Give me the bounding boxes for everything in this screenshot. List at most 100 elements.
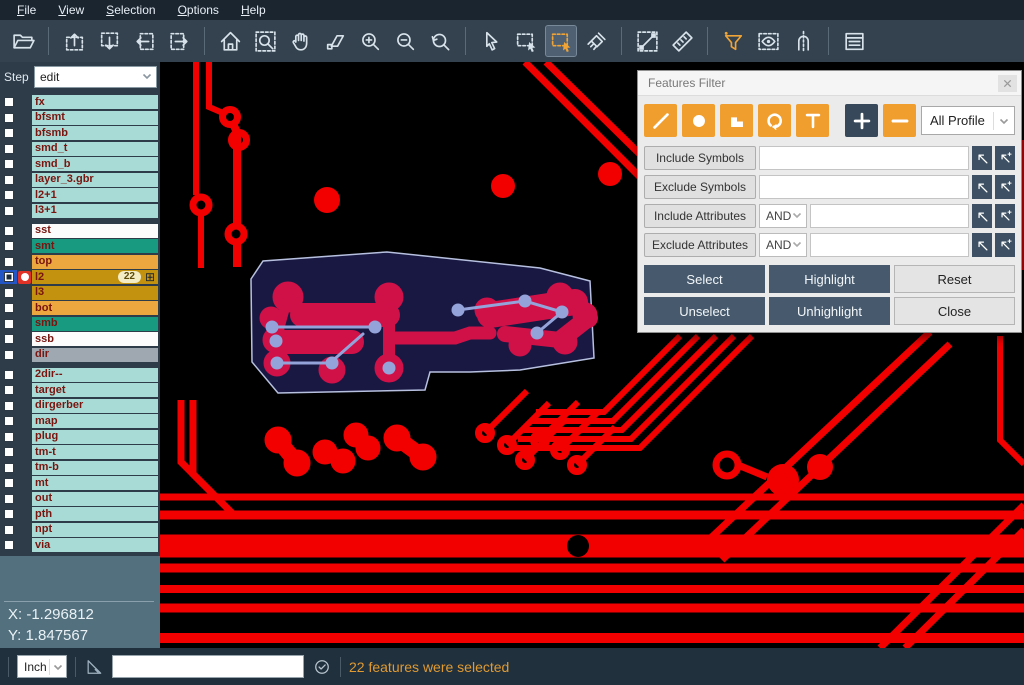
- layer-name[interactable]: dirgerber: [32, 399, 158, 413]
- layer-row-via[interactable]: via: [0, 538, 160, 552]
- layer-row-bfsmt[interactable]: bfsmt: [0, 111, 160, 125]
- layer-row-smt[interactable]: smt: [0, 239, 160, 253]
- layer-name[interactable]: ssb: [32, 332, 158, 346]
- layer-name[interactable]: layer_3.gbr: [32, 173, 158, 187]
- feature-type-pad-button[interactable]: [682, 104, 715, 137]
- pick-from-screen-button[interactable]: [972, 233, 992, 257]
- layer-row-smd_b[interactable]: smd_b: [0, 157, 160, 171]
- layer-visibility-checkbox[interactable]: [0, 157, 17, 171]
- layer-visibility-checkbox[interactable]: [0, 142, 17, 156]
- layer-visibility-checkbox[interactable]: [0, 286, 17, 300]
- profile-select[interactable]: All Profile: [921, 106, 1015, 135]
- layer-name[interactable]: bfsmt: [32, 111, 158, 125]
- close-button[interactable]: Close: [894, 297, 1015, 325]
- layer-visibility-checkbox[interactable]: [0, 95, 17, 109]
- unhighlight-button[interactable]: Unhighlight: [769, 297, 890, 325]
- layer-visibility-checkbox[interactable]: [0, 301, 17, 315]
- unselect-button[interactable]: Unselect: [644, 297, 765, 325]
- layer-row-target[interactable]: target: [0, 383, 160, 397]
- layer-visibility-checkbox[interactable]: [0, 523, 17, 537]
- layer-name[interactable]: plug: [32, 430, 158, 444]
- select-cursor-button[interactable]: [476, 26, 506, 56]
- zoom-polygon-button[interactable]: [320, 26, 350, 56]
- layer-visibility-checkbox[interactable]: [0, 224, 17, 238]
- layer-visibility-checkbox[interactable]: [0, 538, 17, 552]
- layer-row-sst[interactable]: sst: [0, 224, 160, 238]
- feature-type-surface-button[interactable]: [720, 104, 753, 137]
- exclude-attributes-input[interactable]: [810, 233, 969, 257]
- home-view-button[interactable]: [215, 26, 245, 56]
- layer-name[interactable]: mt: [32, 476, 158, 490]
- layer-name[interactable]: l3: [32, 286, 158, 300]
- layer-row-mt[interactable]: mt: [0, 476, 160, 490]
- layer-name[interactable]: l222⊞: [32, 270, 158, 284]
- layer-visibility-checkbox[interactable]: [0, 317, 17, 331]
- layer-row-tm-t[interactable]: tm-t: [0, 445, 160, 459]
- layer-name[interactable]: target: [32, 383, 158, 397]
- pick-add-from-screen-button[interactable]: [995, 233, 1015, 257]
- reset-button[interactable]: Reset: [894, 265, 1015, 293]
- layer-row-map[interactable]: map: [0, 414, 160, 428]
- layer-name[interactable]: bfsmb: [32, 126, 158, 140]
- open-file-button[interactable]: [8, 26, 38, 56]
- layer-name[interactable]: smb: [32, 317, 158, 331]
- layer-visibility-checkbox[interactable]: [0, 204, 17, 218]
- close-icon[interactable]: [998, 75, 1017, 92]
- layer-visibility-checkbox[interactable]: [0, 461, 17, 475]
- feature-type-arc-button[interactable]: [758, 104, 791, 137]
- layer-name[interactable]: sst: [32, 224, 158, 238]
- layer-visibility-checkbox[interactable]: [0, 492, 17, 506]
- exclude-symbols-input[interactable]: [759, 175, 969, 199]
- layer-row-layer_3.gbr[interactable]: layer_3.gbr: [0, 173, 160, 187]
- layer-visibility-checkbox[interactable]: [0, 348, 17, 362]
- layer-row-top[interactable]: top: [0, 255, 160, 269]
- menu-file[interactable]: File: [6, 0, 47, 20]
- layer-visibility-checkbox[interactable]: [0, 111, 17, 125]
- measure-points-button[interactable]: [632, 26, 662, 56]
- clear-brush-button[interactable]: [581, 26, 611, 56]
- polarity-negative-button[interactable]: [883, 104, 916, 137]
- pan-up-button[interactable]: [59, 26, 89, 56]
- include-attributes-input[interactable]: [810, 204, 969, 228]
- zoom-in-button[interactable]: [355, 26, 385, 56]
- zoom-previous-button[interactable]: [425, 26, 455, 56]
- layer-row-dir[interactable]: dir: [0, 348, 160, 362]
- layer-name[interactable]: top: [32, 255, 158, 269]
- layer-visibility-checkbox[interactable]: [0, 383, 17, 397]
- pick-add-from-screen-button[interactable]: [995, 204, 1015, 228]
- layer-visibility-checkbox[interactable]: [0, 507, 17, 521]
- feature-type-line-button[interactable]: [644, 104, 677, 137]
- include-attributes-operator-select[interactable]: AND: [759, 204, 807, 228]
- layer-row-fx[interactable]: fx: [0, 95, 160, 109]
- pick-from-screen-button[interactable]: [972, 146, 992, 170]
- layer-row-l2+1[interactable]: l2+1: [0, 188, 160, 202]
- zoom-area-button[interactable]: [250, 26, 280, 56]
- net-highlight-button[interactable]: [788, 26, 818, 56]
- layer-name[interactable]: npt: [32, 523, 158, 537]
- zoom-out-button[interactable]: [390, 26, 420, 56]
- command-input[interactable]: [112, 655, 304, 678]
- menu-help[interactable]: Help: [230, 0, 277, 20]
- select-features-button[interactable]: [546, 26, 576, 56]
- layer-visibility-checkbox[interactable]: [0, 414, 17, 428]
- pick-from-screen-button[interactable]: [972, 175, 992, 199]
- layer-row-l3+1[interactable]: l3+1: [0, 204, 160, 218]
- layer-name[interactable]: smt: [32, 239, 158, 253]
- pan-down-button[interactable]: [94, 26, 124, 56]
- include-symbols-button[interactable]: Include Symbols: [644, 146, 756, 170]
- select-rect-button[interactable]: [511, 26, 541, 56]
- layer-row-2dir--[interactable]: 2dir--: [0, 368, 160, 382]
- layer-row-l3[interactable]: l3: [0, 286, 160, 300]
- layer-visibility-checkbox[interactable]: [0, 173, 17, 187]
- layer-name[interactable]: 2dir--: [32, 368, 158, 382]
- layer-name[interactable]: out: [32, 492, 158, 506]
- include-symbols-input[interactable]: [759, 146, 969, 170]
- layer-name[interactable]: fx: [32, 95, 158, 109]
- select-button[interactable]: Select: [644, 265, 765, 293]
- layer-visibility-checkbox[interactable]: [0, 255, 17, 269]
- refresh-check-icon[interactable]: [312, 657, 332, 677]
- layer-visibility-checkbox[interactable]: [0, 368, 17, 382]
- layer-row-bot[interactable]: bot: [0, 301, 160, 315]
- layer-name[interactable]: dir: [32, 348, 158, 362]
- layer-name[interactable]: smd_b: [32, 157, 158, 171]
